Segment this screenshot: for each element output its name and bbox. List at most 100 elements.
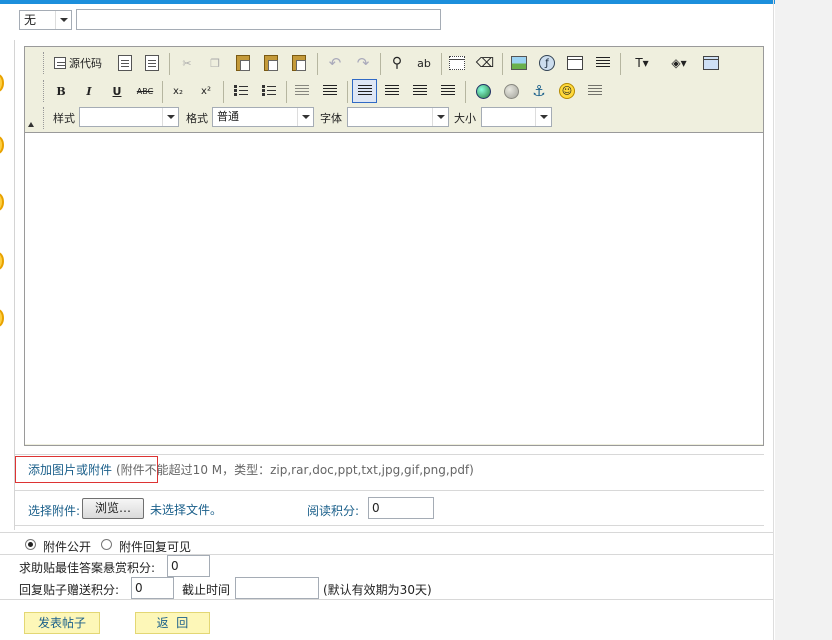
- maximize-button[interactable]: [699, 51, 723, 75]
- choose-attachment-label: 选择附件:: [28, 504, 81, 518]
- add-attachment-link[interactable]: 添加图片或附件: [28, 461, 112, 478]
- bold-button[interactable]: B: [49, 79, 73, 103]
- outdent-icon: [295, 85, 309, 97]
- flash-button[interactable]: ƒ: [535, 51, 559, 75]
- anchor-icon: ⚓: [532, 82, 546, 100]
- unordered-list-icon: [262, 85, 276, 97]
- back-button[interactable]: 返 回: [135, 612, 210, 634]
- replace-button[interactable]: ab: [412, 51, 436, 75]
- toolbar-separator: [317, 53, 318, 75]
- side-badge: [0, 74, 4, 92]
- link-button[interactable]: [471, 79, 495, 103]
- title-input[interactable]: [76, 9, 441, 30]
- read-points-input[interactable]: 0: [368, 497, 434, 519]
- horizontal-rule-button[interactable]: [591, 51, 615, 75]
- paste-word-button[interactable]: [287, 51, 311, 75]
- submit-post-button[interactable]: 发表帖子: [24, 612, 100, 634]
- align-justify-button[interactable]: [436, 79, 460, 103]
- emoticon-button[interactable]: ☺: [555, 79, 579, 103]
- redo-icon: ↷: [356, 54, 370, 72]
- copy-button[interactable]: ❐: [203, 51, 227, 75]
- text-color-button[interactable]: T▾: [625, 51, 659, 75]
- align-left-button[interactable]: [352, 79, 377, 103]
- indent-button[interactable]: [318, 79, 342, 103]
- italic-button[interactable]: I: [77, 79, 101, 103]
- editor-content-area[interactable]: [25, 132, 763, 444]
- source-code-button[interactable]: 源代码: [49, 51, 107, 75]
- template-icon: [145, 55, 159, 71]
- deadline-input[interactable]: [235, 577, 319, 599]
- attachment-note: (附件不能超过10 M，类型：zip,rar,doc,ppt,txt,jpg,g…: [116, 463, 474, 477]
- copy-icon: ❐: [210, 56, 220, 70]
- toolbar-separator: [286, 81, 287, 103]
- outdent-button[interactable]: [290, 79, 314, 103]
- toolbar-separator: [380, 53, 381, 75]
- font-select[interactable]: [347, 107, 449, 127]
- bg-color-button[interactable]: ◈▾: [662, 51, 696, 75]
- page-break-button[interactable]: [583, 79, 607, 103]
- redo-button[interactable]: ↷: [351, 51, 375, 75]
- strikethrough-button[interactable]: ABC: [133, 79, 157, 103]
- side-badge: [0, 136, 4, 154]
- category-select-value: 无: [24, 13, 37, 27]
- image-button[interactable]: [507, 51, 531, 75]
- category-select[interactable]: 无: [19, 10, 72, 30]
- superscript-button[interactable]: x²: [194, 79, 218, 103]
- unordered-list-button[interactable]: [257, 79, 281, 103]
- hr-icon: [596, 57, 610, 69]
- reply-points-input[interactable]: 0: [131, 577, 174, 599]
- paste-text-button[interactable]: [259, 51, 283, 75]
- paste-icon: [236, 55, 250, 71]
- align-right-icon: [413, 85, 427, 97]
- toolbar-separator: [465, 81, 466, 103]
- paste-button[interactable]: [231, 51, 255, 75]
- source-code-label: 源代码: [69, 57, 102, 70]
- subscript-button[interactable]: x₂: [166, 79, 190, 103]
- unlink-icon: [503, 83, 519, 99]
- ordered-list-button[interactable]: [229, 79, 253, 103]
- public-radio[interactable]: [25, 539, 36, 550]
- toolbar-separator: [223, 81, 224, 103]
- size-select[interactable]: [481, 107, 552, 127]
- unlink-button[interactable]: [499, 79, 523, 103]
- page-break-icon: [588, 85, 602, 97]
- cut-button[interactable]: ✂: [175, 51, 199, 75]
- toolbar-grip: [43, 80, 46, 102]
- paste-text-icon: [264, 55, 278, 71]
- flash-icon: ƒ: [539, 55, 555, 71]
- format-select-value: 普通: [217, 110, 239, 123]
- divider: [15, 525, 764, 526]
- format-label: 格式: [186, 112, 208, 125]
- align-right-button[interactable]: [408, 79, 432, 103]
- no-file-text: 未选择文件。: [150, 503, 223, 517]
- chevron-down-icon: [535, 108, 551, 126]
- toolbar-separator: [169, 53, 170, 75]
- deadline-hint: (默认有效期为30天): [323, 583, 432, 597]
- undo-button[interactable]: ↶: [323, 51, 347, 75]
- browse-button[interactable]: 浏览…: [82, 498, 144, 519]
- best-answer-input[interactable]: 0: [167, 555, 210, 577]
- align-center-button[interactable]: [380, 79, 404, 103]
- right-divider: [773, 0, 774, 640]
- preview-button[interactable]: [113, 51, 137, 75]
- remove-format-button[interactable]: ⌫: [473, 51, 497, 75]
- underline-button[interactable]: U: [105, 79, 129, 103]
- format-select[interactable]: 普通: [212, 107, 314, 127]
- anchor-button[interactable]: ⚓: [527, 79, 551, 103]
- table-button[interactable]: [563, 51, 587, 75]
- toolbar-separator: [620, 53, 621, 75]
- toolbar-collapse-icon[interactable]: [28, 122, 34, 127]
- style-select[interactable]: [79, 107, 179, 127]
- font-label: 字体: [320, 112, 342, 125]
- side-badge: [0, 252, 4, 270]
- select-all-button[interactable]: [445, 51, 469, 75]
- templates-button[interactable]: [140, 51, 164, 75]
- toolbar-grip: [43, 107, 46, 129]
- right-gutter: [775, 0, 832, 640]
- eraser-icon: ⌫: [475, 55, 495, 71]
- side-badge: [0, 309, 4, 327]
- reply-visible-radio[interactable]: [101, 539, 112, 550]
- find-button[interactable]: ⚲: [385, 51, 409, 75]
- chevron-down-icon: [297, 108, 313, 126]
- chevron-down-icon: [162, 108, 178, 126]
